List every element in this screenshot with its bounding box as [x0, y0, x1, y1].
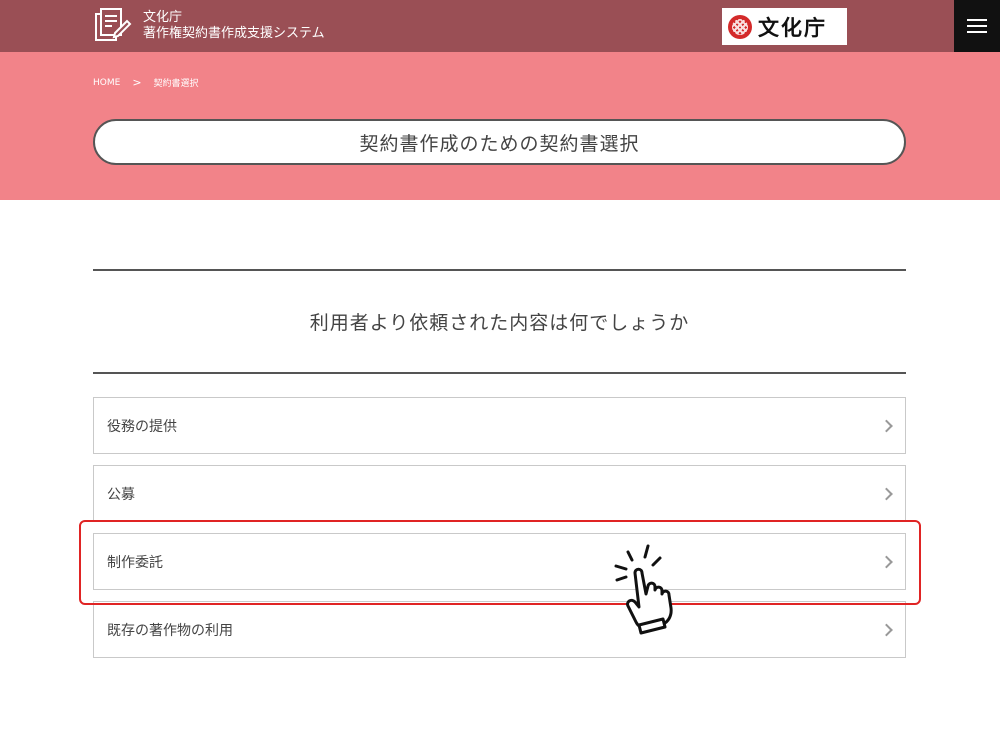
site-title-line2: 著作権契約書作成支援システム	[143, 26, 325, 41]
option-label: 既存の著作物の利用	[107, 622, 233, 639]
option-label: 公募	[107, 486, 135, 503]
hero-section: HOME > 契約書選択 契約書作成のための契約書選択	[0, 52, 1000, 200]
agency-logo-icon	[728, 14, 752, 39]
option-public-offering[interactable]: 公募	[93, 465, 906, 522]
breadcrumb-home[interactable]: HOME	[93, 78, 120, 88]
option-service[interactable]: 役務の提供	[93, 397, 906, 454]
divider-top	[93, 269, 906, 271]
chevron-right-icon	[880, 419, 893, 432]
site-title: 文化庁 著作権契約書作成支援システム	[143, 10, 325, 42]
hand-pointer-icon	[608, 540, 688, 635]
breadcrumb: HOME > 契約書選択	[93, 76, 199, 89]
chevron-right-icon	[880, 487, 893, 500]
breadcrumb-separator: >	[132, 76, 142, 89]
option-production-commission[interactable]: 制作委託	[93, 533, 906, 590]
page-title: 契約書作成のための契約書選択	[93, 119, 906, 165]
menu-icon	[967, 19, 987, 21]
chevron-right-icon	[880, 623, 893, 636]
breadcrumb-current: 契約書選択	[153, 79, 199, 89]
site-header: 文化庁 著作権契約書作成支援システム 文化庁	[0, 0, 1000, 52]
document-icon	[93, 6, 133, 46]
menu-button[interactable]	[954, 0, 1000, 52]
site-title-line1: 文化庁	[143, 10, 183, 25]
chevron-right-icon	[880, 555, 893, 568]
divider-bottom	[93, 372, 906, 374]
option-existing-work-use[interactable]: 既存の著作物の利用	[93, 601, 906, 658]
site-logo[interactable]: 文化庁 著作権契約書作成支援システム	[93, 6, 325, 46]
question-text: 利用者より依頼された内容は何でしょうか	[309, 312, 690, 334]
option-label: 役務の提供	[107, 418, 177, 435]
agency-logo-text: 文化庁	[758, 14, 827, 40]
option-label: 制作委託	[107, 554, 163, 571]
agency-logo[interactable]: 文化庁	[722, 8, 847, 45]
